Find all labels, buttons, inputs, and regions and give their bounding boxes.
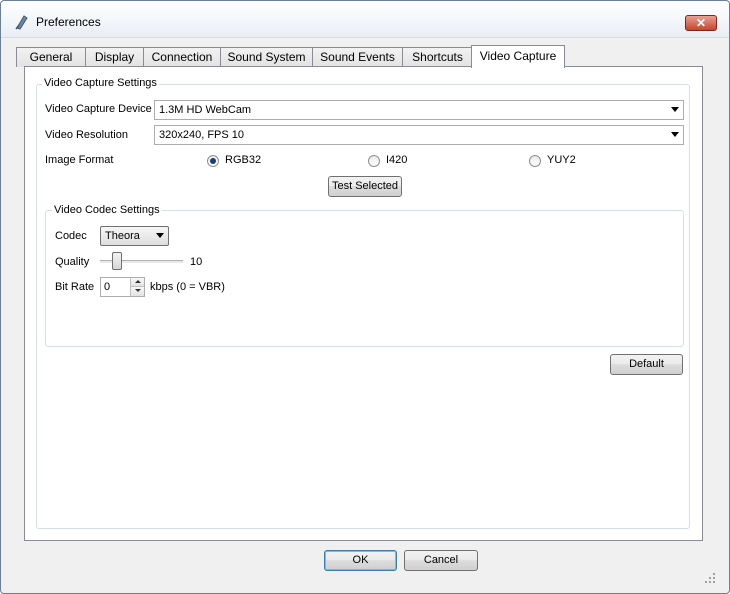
format-rgb32-label[interactable]: RGB32 bbox=[225, 154, 261, 166]
default-button[interactable]: Default bbox=[610, 354, 683, 375]
format-rgb32-radio[interactable] bbox=[207, 155, 219, 167]
chevron-down-icon bbox=[671, 132, 679, 137]
test-selected-button[interactable]: Test Selected bbox=[328, 176, 402, 197]
device-dropdown[interactable]: 1.3M HD WebCam bbox=[154, 100, 684, 120]
device-value: 1.3M HD WebCam bbox=[159, 104, 252, 116]
spin-down-icon[interactable] bbox=[130, 287, 144, 296]
format-yuy2-label[interactable]: YUY2 bbox=[547, 154, 576, 166]
ok-button[interactable]: OK bbox=[324, 550, 397, 571]
resolution-value: 320x240, FPS 10 bbox=[159, 129, 245, 141]
resize-grip-icon[interactable] bbox=[704, 572, 716, 584]
chevron-down-icon bbox=[156, 233, 164, 238]
app-icon bbox=[15, 15, 28, 30]
format-i420-radio[interactable] bbox=[368, 155, 380, 167]
quality-label: Quality bbox=[55, 256, 90, 268]
video-capture-panel: Video Capture Settings Video Capture Dev… bbox=[24, 66, 703, 541]
tab-general[interactable]: General bbox=[16, 47, 86, 67]
resolution-label: Video Resolution bbox=[45, 129, 128, 141]
quality-slider-thumb[interactable] bbox=[112, 252, 122, 270]
bitrate-spinbox[interactable]: 0 bbox=[100, 277, 145, 297]
tab-sound-events[interactable]: Sound Events bbox=[312, 47, 403, 67]
close-icon: ✕ bbox=[695, 16, 707, 30]
window-title: Preferences bbox=[36, 15, 101, 29]
cancel-button[interactable]: Cancel bbox=[404, 550, 478, 571]
format-yuy2-radio[interactable] bbox=[529, 155, 541, 167]
tab-video-capture[interactable]: Video Capture bbox=[471, 45, 565, 68]
bitrate-unit: kbps (0 = VBR) bbox=[150, 281, 225, 293]
tab-connection[interactable]: Connection bbox=[143, 47, 221, 67]
codec-dropdown[interactable]: Theora bbox=[100, 226, 169, 246]
tab-shortcuts[interactable]: Shortcuts bbox=[402, 47, 473, 67]
tab-sound-system[interactable]: Sound System bbox=[220, 47, 313, 67]
title-bar[interactable]: Preferences ✕ bbox=[1, 1, 729, 38]
close-button[interactable]: ✕ bbox=[685, 15, 717, 31]
codec-value: Theora bbox=[105, 230, 140, 242]
radio-selected-dot bbox=[210, 158, 216, 164]
bitrate-value: 0 bbox=[104, 281, 111, 293]
spin-up-icon[interactable] bbox=[130, 278, 144, 287]
image-format-label: Image Format bbox=[45, 154, 114, 166]
quality-value: 10 bbox=[190, 256, 203, 268]
device-label: Video Capture Device bbox=[45, 103, 152, 115]
chevron-down-icon bbox=[671, 107, 679, 112]
video-capture-settings-title: Video Capture Settings bbox=[42, 77, 159, 89]
format-i420-label[interactable]: I420 bbox=[386, 154, 407, 166]
bitrate-label: Bit Rate bbox=[55, 281, 95, 293]
codec-label: Codec bbox=[55, 230, 87, 242]
tab-display[interactable]: Display bbox=[85, 47, 144, 67]
video-codec-settings-title: Video Codec Settings bbox=[52, 204, 162, 216]
resolution-dropdown[interactable]: 320x240, FPS 10 bbox=[154, 125, 684, 145]
